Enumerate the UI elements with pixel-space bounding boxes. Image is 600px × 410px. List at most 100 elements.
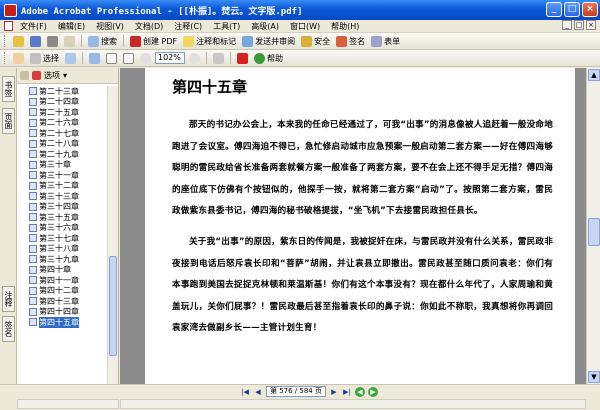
next-view-button[interactable]: ▶ xyxy=(367,386,378,397)
menu-document[interactable]: 文档(D) xyxy=(132,21,166,32)
bookmark-icon xyxy=(29,171,37,180)
close-button[interactable]: × xyxy=(582,2,598,17)
sign-button[interactable]: 签名 xyxy=(334,35,367,48)
bookmark-item[interactable]: 第三十三章 xyxy=(17,191,107,202)
zoom-input[interactable]: 102% xyxy=(155,52,185,64)
document-scrollbar[interactable]: ▲ ▼ xyxy=(586,68,600,384)
bookmark-item[interactable]: 第四十一章 xyxy=(17,275,107,286)
bookmarks-hscrollbar[interactable] xyxy=(17,399,119,409)
bookmark-icon xyxy=(29,181,37,190)
open-button[interactable] xyxy=(11,35,26,48)
tab-bookmarks[interactable]: 书签 xyxy=(2,76,15,102)
menu-comments[interactable]: 注释(C) xyxy=(171,21,205,32)
fit-page-button[interactable] xyxy=(121,52,136,65)
bookmark-options-menu[interactable]: 选项 xyxy=(44,70,60,81)
bookmark-item[interactable]: 第二十七章 xyxy=(17,128,107,139)
bookmark-item[interactable]: 第二十九章 xyxy=(17,149,107,160)
menu-help[interactable]: 帮助(H) xyxy=(328,21,362,32)
bookmark-item[interactable]: 第三十五章 xyxy=(17,212,107,223)
snapshot-button[interactable] xyxy=(63,52,78,65)
bookmark-icon xyxy=(29,265,37,274)
doc-close-button[interactable]: × xyxy=(586,20,596,30)
zoom-out-button[interactable] xyxy=(138,52,153,65)
previous-view-button[interactable]: ◀ xyxy=(354,386,365,397)
bookmark-item[interactable]: 第三十八章 xyxy=(17,244,107,255)
bookmark-item[interactable]: 第二十四章 xyxy=(17,97,107,108)
menu-edit[interactable]: 编辑(E) xyxy=(55,21,88,32)
tab-pages[interactable]: 页面 xyxy=(2,108,15,134)
menu-advanced[interactable]: 高级(A) xyxy=(248,21,282,32)
print-button[interactable] xyxy=(45,35,60,48)
bookmarks-scroll-thumb[interactable] xyxy=(109,256,117,356)
bookmark-item[interactable]: 第三十二章 xyxy=(17,181,107,192)
bookmark-item[interactable]: 第三十章 xyxy=(17,160,107,171)
delete-bookmark-icon[interactable] xyxy=(32,71,41,80)
tab-signatures[interactable]: 签名 xyxy=(2,316,15,342)
menu-tools[interactable]: 工具(T) xyxy=(210,21,243,32)
print-icon xyxy=(47,35,58,47)
bookmark-item[interactable]: 第二十五章 xyxy=(17,107,107,118)
bookmark-item[interactable]: 第四十四章 xyxy=(17,307,107,318)
create-pdf-button[interactable]: 创建 PDF xyxy=(128,35,179,48)
minimize-button[interactable]: _ xyxy=(546,2,562,17)
bookmark-item[interactable]: 第三十一章 xyxy=(17,170,107,181)
magnifier-icon xyxy=(89,52,100,64)
bookmark-icon xyxy=(29,150,37,159)
send-review-button[interactable]: 发送并审阅 xyxy=(240,35,297,48)
document-scroll-thumb[interactable] xyxy=(588,218,600,246)
first-page-button[interactable]: |◀ xyxy=(240,387,250,397)
secure-button[interactable]: 安全 xyxy=(299,35,332,48)
bookmark-item[interactable]: 第三十七章 xyxy=(17,233,107,244)
toolbar-grip[interactable] xyxy=(4,52,7,64)
menu-view[interactable]: 视图(V) xyxy=(93,21,127,32)
help-button[interactable]: 帮助 xyxy=(252,52,285,65)
tab-comments[interactable]: 注释 xyxy=(2,286,15,312)
bookmark-item[interactable]: 第三十九章 xyxy=(17,254,107,265)
status-bar: |◀ ◀ 第 576 / 584 页 ▶ ▶| ◀ ▶ xyxy=(0,384,600,398)
doc-minimize-button[interactable]: _ xyxy=(562,20,572,30)
scroll-up-arrow[interactable]: ▲ xyxy=(588,69,600,81)
yahoo-button[interactable] xyxy=(235,52,250,65)
secondary-toolbar: 选择 102% 帮助 xyxy=(0,50,600,67)
document-icon[interactable] xyxy=(4,21,13,31)
previous-page-button[interactable]: ◀ xyxy=(253,387,263,397)
menu-window[interactable]: 窗口(W) xyxy=(287,21,323,32)
bookmark-item[interactable]: 第四十章 xyxy=(17,265,107,276)
toolbar-grip[interactable] xyxy=(4,35,7,47)
save-button[interactable] xyxy=(28,35,43,48)
toolbar-separator xyxy=(123,35,124,47)
bookmark-item[interactable]: 第三十六章 xyxy=(17,223,107,234)
bookmark-item[interactable]: 第二十八章 xyxy=(17,139,107,150)
comment-markup-button[interactable]: 注释和标记 xyxy=(181,35,238,48)
bookmark-item[interactable]: 第四十三章 xyxy=(17,296,107,307)
chevron-down-icon[interactable]: ▾ xyxy=(63,71,67,80)
bookmark-tool-icon[interactable] xyxy=(20,71,29,80)
bookmark-item[interactable]: 第二十六章 xyxy=(17,118,107,129)
page-number-field[interactable]: 第 576 / 584 页 xyxy=(266,386,326,397)
last-page-button[interactable]: ▶| xyxy=(342,387,352,397)
bookmark-item[interactable]: 第二十三章 xyxy=(17,86,107,97)
rotate-button[interactable] xyxy=(211,52,226,65)
email-button[interactable] xyxy=(62,35,77,48)
bookmark-item[interactable]: 第三十四章 xyxy=(17,202,107,213)
next-page-button[interactable]: ▶ xyxy=(329,387,339,397)
zoom-tool-button[interactable] xyxy=(87,52,102,65)
bookmark-item[interactable]: 第四十五章 xyxy=(17,316,107,328)
document-hscrollbar[interactable] xyxy=(120,399,586,409)
bookmark-item[interactable]: 第四十二章 xyxy=(17,286,107,297)
maximize-button[interactable]: □ xyxy=(564,2,580,17)
actual-size-button[interactable] xyxy=(104,52,119,65)
hand-tool-button[interactable] xyxy=(11,52,26,65)
scroll-down-arrow[interactable]: ▼ xyxy=(588,371,600,383)
forms-button[interactable]: 表单 xyxy=(369,35,402,48)
doc-restore-button[interactable]: □ xyxy=(574,20,584,30)
bookmark-label: 第二十八章 xyxy=(39,139,79,149)
zoom-in-button[interactable] xyxy=(187,52,202,65)
navigation-pane-tabs: 书签 页面 注释 签名 xyxy=(0,68,17,384)
select-label: 选择 xyxy=(43,53,59,63)
help-icon xyxy=(254,52,265,64)
select-tool-button[interactable]: 选择 xyxy=(28,52,61,65)
search-button[interactable]: 搜索 xyxy=(86,35,119,48)
bookmarks-scrollbar[interactable] xyxy=(107,86,118,384)
menu-file[interactable]: 文件(F) xyxy=(17,21,50,32)
